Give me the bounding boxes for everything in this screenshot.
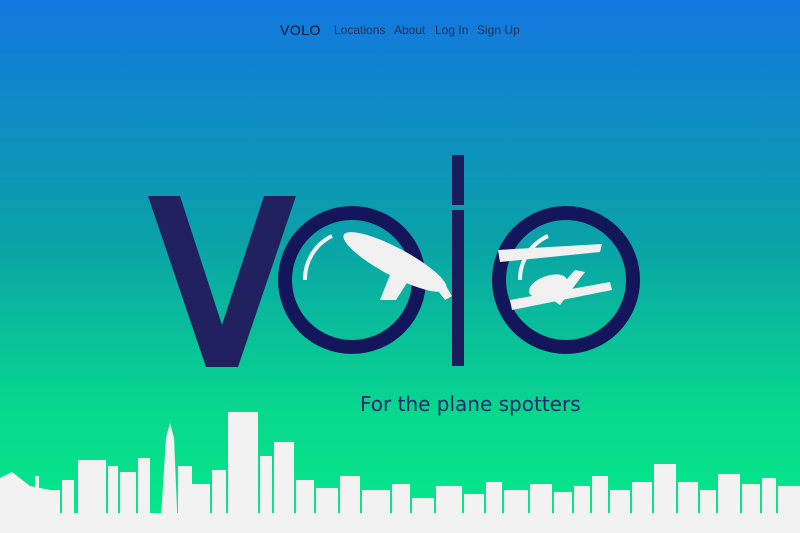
logo-letter-i-bottom (452, 210, 464, 366)
city-skyline (0, 412, 800, 533)
glare-arc-left (302, 234, 333, 281)
logo-letter-v (148, 196, 296, 367)
logo-letter-i-top (452, 155, 464, 205)
airplane-right-icon (498, 244, 612, 310)
